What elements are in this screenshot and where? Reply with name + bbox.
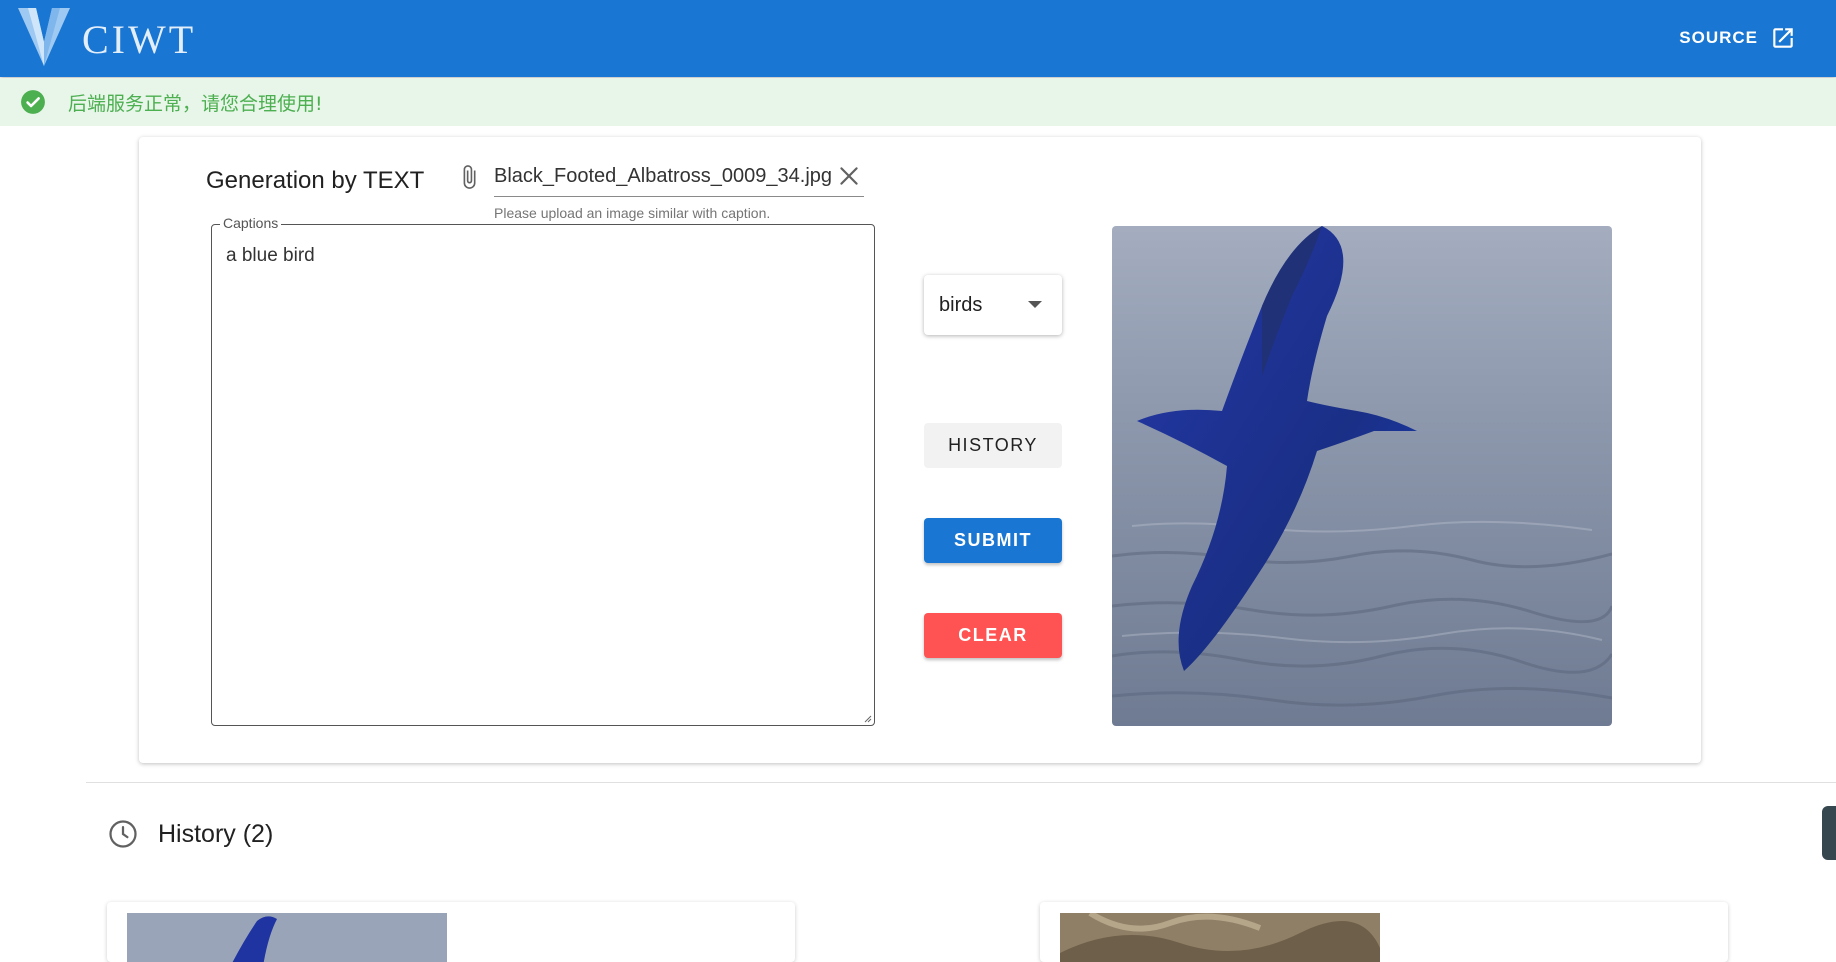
file-input[interactable]: Black_Footed_Albatross_0009_34.jpg <box>494 159 864 197</box>
generated-bird-image <box>1112 226 1612 726</box>
captions-label: Captions <box>220 215 282 231</box>
history-button[interactable]: HISTORY <box>924 423 1062 468</box>
source-button[interactable]: SOURCE <box>1679 22 1796 54</box>
close-icon[interactable] <box>836 163 862 189</box>
captions-field[interactable]: Captions a blue bird <box>211 215 875 726</box>
history-thumbnail[interactable] <box>1060 913 1380 962</box>
clock-icon <box>109 820 137 848</box>
status-alert: 后端服务正常，请您合理使用! <box>0 78 1836 126</box>
generation-card: Generation by TEXT Black_Footed_Albatros… <box>139 137 1701 763</box>
logo-text: CIWT <box>82 17 197 62</box>
history-card[interactable] <box>1040 902 1728 962</box>
app-bar: CIWT SOURCE <box>0 0 1836 77</box>
clear-button[interactable]: CLEAR <box>924 613 1062 658</box>
history-card[interactable] <box>107 902 795 962</box>
source-label: SOURCE <box>1679 28 1758 47</box>
card-title: Generation by TEXT <box>206 167 425 194</box>
dataset-select-value: birds <box>939 294 983 316</box>
check-circle-icon <box>21 90 45 114</box>
dataset-select[interactable]: birds <box>924 275 1062 335</box>
open-in-new-icon <box>1773 28 1793 48</box>
dropdown-arrow-icon <box>1028 301 1042 308</box>
logo-icon <box>18 8 70 66</box>
resize-grip-icon[interactable] <box>862 713 872 723</box>
alert-message: 后端服务正常，请您合理使用! <box>68 92 323 115</box>
file-hint: Please upload an image similar with capt… <box>494 205 771 221</box>
history-thumbnail[interactable] <box>127 913 447 962</box>
file-name: Black_Footed_Albatross_0009_34.jpg <box>494 165 833 187</box>
captions-textarea[interactable]: a blue bird <box>226 245 856 705</box>
submit-button[interactable]: SUBMIT <box>924 518 1062 563</box>
section-divider <box>86 782 1836 783</box>
side-drawer-handle[interactable] <box>1822 806 1836 860</box>
history-title: History (2) <box>158 820 274 848</box>
paperclip-icon[interactable] <box>456 161 482 193</box>
